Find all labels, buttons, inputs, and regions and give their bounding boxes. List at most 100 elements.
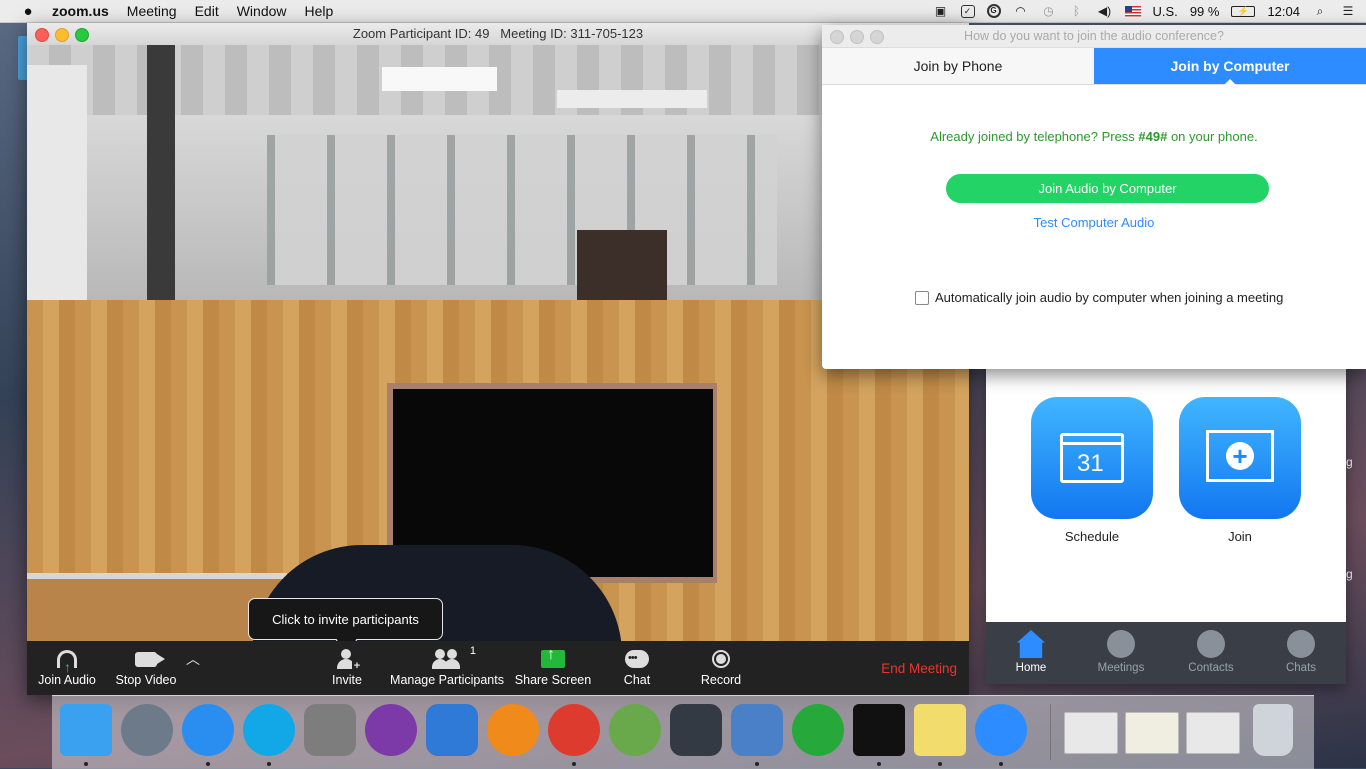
record-button[interactable]: Record [699,645,743,691]
audio-conference-dialog: How do you want to join the audio confer… [822,25,1366,369]
app-circle-icon[interactable]: G [986,4,1001,18]
join-label: Join [1228,529,1252,544]
apple-menu-icon[interactable]: ● [18,3,38,20]
dialog-zoom-button[interactable] [870,30,884,44]
ibooks-icon[interactable] [487,704,539,756]
globe-app-icon[interactable] [365,704,417,756]
chat-button[interactable]: Chat [619,645,655,691]
nav-home-label: Home [1015,662,1047,674]
running-indicator [999,762,1003,766]
headset-icon: ↑ [57,650,77,675]
menu-help[interactable]: Help [305,3,334,19]
tab-join-by-computer[interactable]: Join by Computer [1094,48,1366,85]
nav-contacts[interactable]: Contacts [1166,622,1256,684]
join-audio-button[interactable]: ↑ Join Audio [35,645,99,691]
nav-home[interactable]: Home [986,622,1076,684]
manage-participants-button[interactable]: 1 Manage Participants [390,645,504,691]
offscreen-text-fragment-2: g [1346,567,1353,581]
menu-bar: ● zoom.us Meeting Edit Window Help ▣ ✓ G… [0,0,1366,23]
zoom-icon[interactable] [975,704,1027,756]
close-window-button[interactable] [35,28,49,42]
status-app-icon[interactable]: ▣ [933,4,949,18]
schedule-tile[interactable]: 31 Schedule [1031,397,1153,544]
invite-label: Invite [332,673,362,687]
nav-chats-label: Chats [1285,662,1317,674]
notes-icon[interactable] [914,704,966,756]
share-screen-button[interactable]: Share Screen [515,645,591,691]
audio-tabs: Join by Phone Join by Computer [822,48,1366,85]
running-indicator [267,762,271,766]
nav-meetings-label: Meetings [1097,662,1145,674]
record-label: Record [700,673,742,687]
join-button[interactable]: + [1179,397,1301,519]
participant-code: #49# [1138,129,1168,144]
chats-icon [1287,630,1315,658]
spotlight-search-icon[interactable]: ⌕ [1312,4,1328,18]
test-computer-audio-link[interactable]: Test Computer Audio [822,215,1366,230]
bluetooth-icon[interactable]: ᛒ [1069,4,1085,18]
menu-window[interactable]: Window [237,3,287,19]
clock[interactable]: 12:04 [1267,4,1300,19]
video-doorway [577,230,667,300]
running-indicator [938,762,942,766]
join-audio-by-computer-button[interactable]: Join Audio by Computer [946,174,1269,203]
trash-icon[interactable] [1253,704,1293,756]
tab-join-by-phone[interactable]: Join by Phone [822,48,1094,84]
wifi-icon[interactable]: ◠ [1013,4,1029,18]
checklist-icon[interactable]: ✓ [960,4,975,18]
chat-bubble-icon [625,650,649,668]
nav-meetings[interactable]: Meetings [1076,622,1166,684]
launchpad-icon[interactable] [121,704,173,756]
already-joined-suffix: on your phone. [1167,129,1258,144]
auto-join-audio-option[interactable]: Automatically join audio by computer whe… [915,290,1283,305]
schedule-button[interactable]: 31 [1031,397,1153,519]
time-machine-icon[interactable]: ◷ [1041,4,1057,18]
skype-icon[interactable] [243,704,295,756]
battery-icon[interactable]: ⚡ [1231,5,1256,17]
battery-percent[interactable]: 99 % [1190,4,1220,19]
chrome-icon[interactable] [548,704,600,756]
window-thumbnail-3[interactable] [1186,712,1240,754]
stop-video-button[interactable]: Stop Video [113,645,179,691]
zoom-window-button[interactable] [75,28,89,42]
invite-button[interactable]: + Invite [325,645,369,691]
caret-up-icon: ︿ [186,651,200,667]
system-preferences-icon[interactable] [304,704,356,756]
running-indicator [877,762,881,766]
manage-participants-label: Manage Participants [390,673,504,687]
finder-icon[interactable] [60,704,112,756]
preview-icon[interactable] [731,704,783,756]
dialog-close-button[interactable] [830,30,844,44]
calendar-day: 31 [1077,450,1104,477]
window-thumbnail-1[interactable] [1064,712,1118,754]
minimize-window-button[interactable] [55,28,69,42]
nav-chats[interactable]: Chats [1256,622,1346,684]
dock [52,695,1314,769]
media-app-icon[interactable] [670,704,722,756]
dialog-minimize-button[interactable] [850,30,864,44]
xcode-icon[interactable] [426,704,478,756]
input-source-label[interactable]: U.S. [1153,4,1178,19]
video-options-button[interactable]: ︿ [183,645,203,691]
video-ceiling-light-2 [557,90,707,108]
dialog-title-bar[interactable]: How do you want to join the audio confer… [822,25,1366,48]
android-studio-icon[interactable] [609,704,661,756]
end-meeting-button[interactable]: End Meeting [881,661,957,676]
auto-join-checkbox[interactable] [915,290,929,305]
menu-edit[interactable]: Edit [195,3,219,19]
zoom-home-window: 31 Schedule + Join Home Meetings Contact… [986,366,1346,684]
meeting-title: Zoom Participant ID: 49 Meeting ID: 311-… [352,26,644,41]
join-tile[interactable]: + Join [1179,397,1301,544]
video-ceiling-light [382,67,497,91]
safari-icon[interactable] [182,704,234,756]
network-radar-icon[interactable] [792,704,844,756]
us-flag-icon[interactable] [1124,5,1141,17]
volume-icon[interactable]: ◀) [1097,4,1113,18]
share-screen-icon [541,646,565,668]
notification-center-icon[interactable]: ☰ [1340,4,1356,18]
add-person-icon: + [336,649,362,672]
terminal-icon[interactable] [853,704,905,756]
window-thumbnail-2[interactable] [1125,712,1179,754]
menu-meeting[interactable]: Meeting [127,3,177,19]
menu-app-name[interactable]: zoom.us [52,3,109,19]
